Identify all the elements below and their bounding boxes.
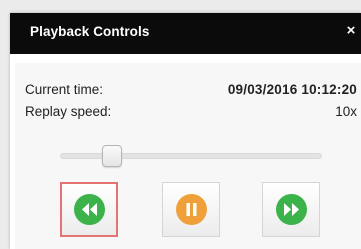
rewind-icon: [73, 194, 105, 225]
panel-title: Playback Controls: [30, 24, 150, 39]
replay-speed-value: 10x: [335, 104, 357, 119]
panel-content: Current time: 09/03/2016 10:12:20 Replay…: [15, 63, 361, 249]
fast-forward-button[interactable]: [262, 182, 320, 237]
slider-handle[interactable]: [102, 145, 122, 167]
pause-icon: [175, 194, 207, 225]
replay-speed-label: Replay speed:: [25, 104, 112, 119]
current-time-label: Current time:: [25, 82, 104, 97]
playback-controls-panel: Playback Controls × Current time: 09/03/…: [10, 13, 361, 249]
slider-track[interactable]: [60, 153, 322, 159]
current-time-value: 09/03/2016 10:12:20: [227, 82, 357, 97]
rewind-button[interactable]: [60, 182, 118, 237]
fast-forward-icon: [275, 194, 307, 225]
pause-button[interactable]: [162, 182, 220, 237]
panel-titlebar: Playback Controls ×: [10, 13, 361, 54]
close-icon[interactable]: ×: [342, 21, 360, 41]
replay-speed-slider[interactable]: [60, 145, 322, 167]
